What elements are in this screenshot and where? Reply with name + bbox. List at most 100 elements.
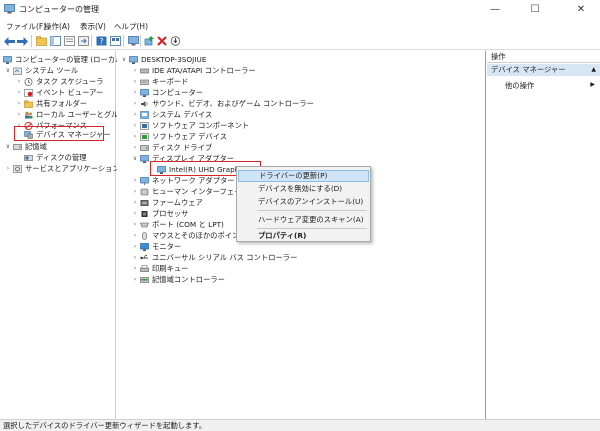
expand-chevron-icon[interactable]: › [16,111,22,118]
device-category-computer[interactable]: › コンピューター [132,87,203,98]
expand-chevron-icon[interactable]: › [132,177,138,184]
back-arrow-icon[interactable] [3,35,15,47]
up-folder-icon[interactable] [35,35,47,47]
collapse-chevron-icon[interactable]: ∨ [121,56,127,63]
device-category-disk-drives[interactable]: › ディスク ドライブ [132,142,212,153]
menu-help[interactable]: ヘルプ(H) [114,21,148,32]
expand-chevron-icon[interactable]: › [132,111,138,118]
device-category-firmware[interactable]: › ファームウェア [132,197,203,208]
task-scheduler-icon [24,77,33,86]
context-disable-device[interactable]: デバイスを無効にする(D) [238,183,369,195]
expand-chevron-icon[interactable]: › [132,144,138,151]
ide-controller-icon [140,68,149,73]
device-category-sound[interactable]: › サウンド、ビデオ、およびゲーム コントローラー [132,98,314,109]
context-uninstall-device[interactable]: デバイスのアンインストール(U) [238,196,369,208]
actions-pane: 操作 デバイス マネージャー ▲ 他の操作 ▶ [487,51,600,419]
console-tree-icon[interactable] [49,35,61,47]
expand-chevron-icon[interactable]: › [132,100,138,107]
device-category-keyboards[interactable]: › キーボード [132,76,189,87]
expand-chevron-icon[interactable]: › [132,133,138,140]
tree-item-event-viewer[interactable]: › イベント ビューアー [16,87,103,98]
expand-chevron-icon[interactable]: › [16,89,22,96]
expand-chevron-icon[interactable]: › [132,243,138,250]
storage-icon [13,143,22,150]
expand-chevron-icon[interactable]: › [16,100,22,107]
tree-item-system-tools[interactable]: ∨ システム ツール [5,65,78,76]
expand-chevron-icon[interactable]: › [16,78,22,85]
computer-icon [140,88,149,97]
window-title: コンピューターの管理 [19,5,99,14]
status-bar: 選択したデバイスのドライバー更新ウィザードを起動します。 [0,419,600,431]
device-category-ide-controllers[interactable]: › IDE ATA/ATAPI コントローラー [132,65,256,76]
tree-item-local-users-groups[interactable]: › ローカル ユーザーとグループ [16,109,133,120]
computer-management-icon [3,55,12,64]
expand-chevron-icon[interactable]: › [132,199,138,206]
expand-chevron-icon[interactable]: › [132,221,138,228]
toolbar-separator [91,35,92,47]
uninstall-icon[interactable] [156,35,168,47]
context-properties[interactable]: プロパティ(R) [238,230,369,242]
menu-view[interactable]: 表示(V) [80,21,106,32]
expand-chevron-icon[interactable]: › [132,89,138,96]
disk-drive-icon [140,144,149,151]
shared-folder-icon [24,100,33,108]
device-category-software-devices[interactable]: › ソフトウェア デバイス [132,131,227,142]
device-category-storage-controllers[interactable]: › 記憶域コントローラー [132,274,225,285]
device-category-processors[interactable]: › プロセッサ [132,208,189,219]
expand-chevron-icon[interactable]: › [132,210,138,217]
expand-chevron-icon[interactable]: › [132,78,138,85]
software-component-icon [140,121,149,130]
forward-arrow-icon[interactable] [16,35,28,47]
toolbar: ? [0,33,600,50]
title-bar: コンピューターの管理 — ☐ ✕ [0,0,600,19]
actions-section-label: デバイス マネージャー [491,65,566,74]
expand-chevron-icon[interactable]: › [132,188,138,195]
network-adapter-icon [140,176,149,185]
collapse-chevron-icon[interactable]: ∨ [132,155,138,162]
expand-chevron-icon[interactable]: › [5,165,11,172]
actions-section-device-manager[interactable]: デバイス マネージャー ▲ [487,64,600,76]
properties-icon[interactable] [63,35,75,47]
device-category-ports[interactable]: › ポート (COM と LPT) [132,219,224,230]
minimize-button[interactable]: — [480,0,510,19]
scan-icon[interactable] [169,35,181,47]
expand-chevron-icon[interactable]: › [132,67,138,74]
menu-action[interactable]: 操作(A) [44,21,70,32]
export-list-icon[interactable] [77,35,89,47]
device-category-monitors[interactable]: › モニター [132,241,181,252]
mouse-icon [142,231,147,240]
context-scan-hardware[interactable]: ハードウェア変更のスキャン(A) [238,214,369,226]
help-icon[interactable]: ? [95,35,107,47]
tree-item-storage[interactable]: ∨ 記憶域 [5,141,47,152]
more-actions-link[interactable]: 他の操作 [505,81,534,91]
tree-item-shared-folders[interactable]: › 共有フォルダー [16,98,87,109]
collapse-chevron-icon[interactable]: ∨ [5,143,11,150]
more-actions-arrow-icon[interactable]: ▶ [590,81,595,88]
device-tree-root[interactable]: ∨ DESKTOP-3SOJIUE [121,54,207,65]
expand-chevron-icon[interactable]: › [132,265,138,272]
menu-bar: ファイル(F) 操作(A) 表示(V) ヘルプ(H) [0,19,600,33]
tree-item-computer-management-local[interactable]: コンピューターの管理 (ローカル) [3,54,125,65]
collapse-chevron-icon[interactable]: ∨ [5,67,11,74]
expand-chevron-icon[interactable]: › [132,232,138,239]
menu-file[interactable]: ファイル(F) [6,21,46,32]
tree-item-services-applications[interactable]: › サービスとアプリケーション [5,163,120,174]
storage-controller-icon [140,276,149,283]
device-category-usb-controllers[interactable]: › ユニバーサル シリアル バス コントローラー [132,252,298,263]
view-icon[interactable] [109,35,121,47]
device-category-system-devices[interactable]: › システム デバイス [132,109,212,120]
monitor-icon[interactable] [127,35,139,47]
expand-chevron-icon[interactable]: › [132,254,138,261]
device-category-software-components[interactable]: › ソフトウェア コンポーネント [132,120,249,131]
tree-item-task-scheduler[interactable]: › タスク スケジューラ [16,76,104,87]
context-update-driver[interactable]: ドライバーの更新(P) [238,170,369,182]
expand-chevron-icon[interactable]: › [132,276,138,283]
tree-item-disk-management[interactable]: ディスクの管理 [24,152,87,163]
collapse-arrow-icon[interactable]: ▲ [591,64,596,76]
expand-chevron-icon[interactable]: › [132,122,138,129]
close-button[interactable]: ✕ [566,0,596,19]
maximize-button[interactable]: ☐ [520,0,550,19]
update-driver-icon[interactable] [143,35,155,47]
device-category-network-adapters[interactable]: › ネットワーク アダプター [132,175,235,186]
device-category-print-queues[interactable]: › 印刷キュー [132,263,189,274]
